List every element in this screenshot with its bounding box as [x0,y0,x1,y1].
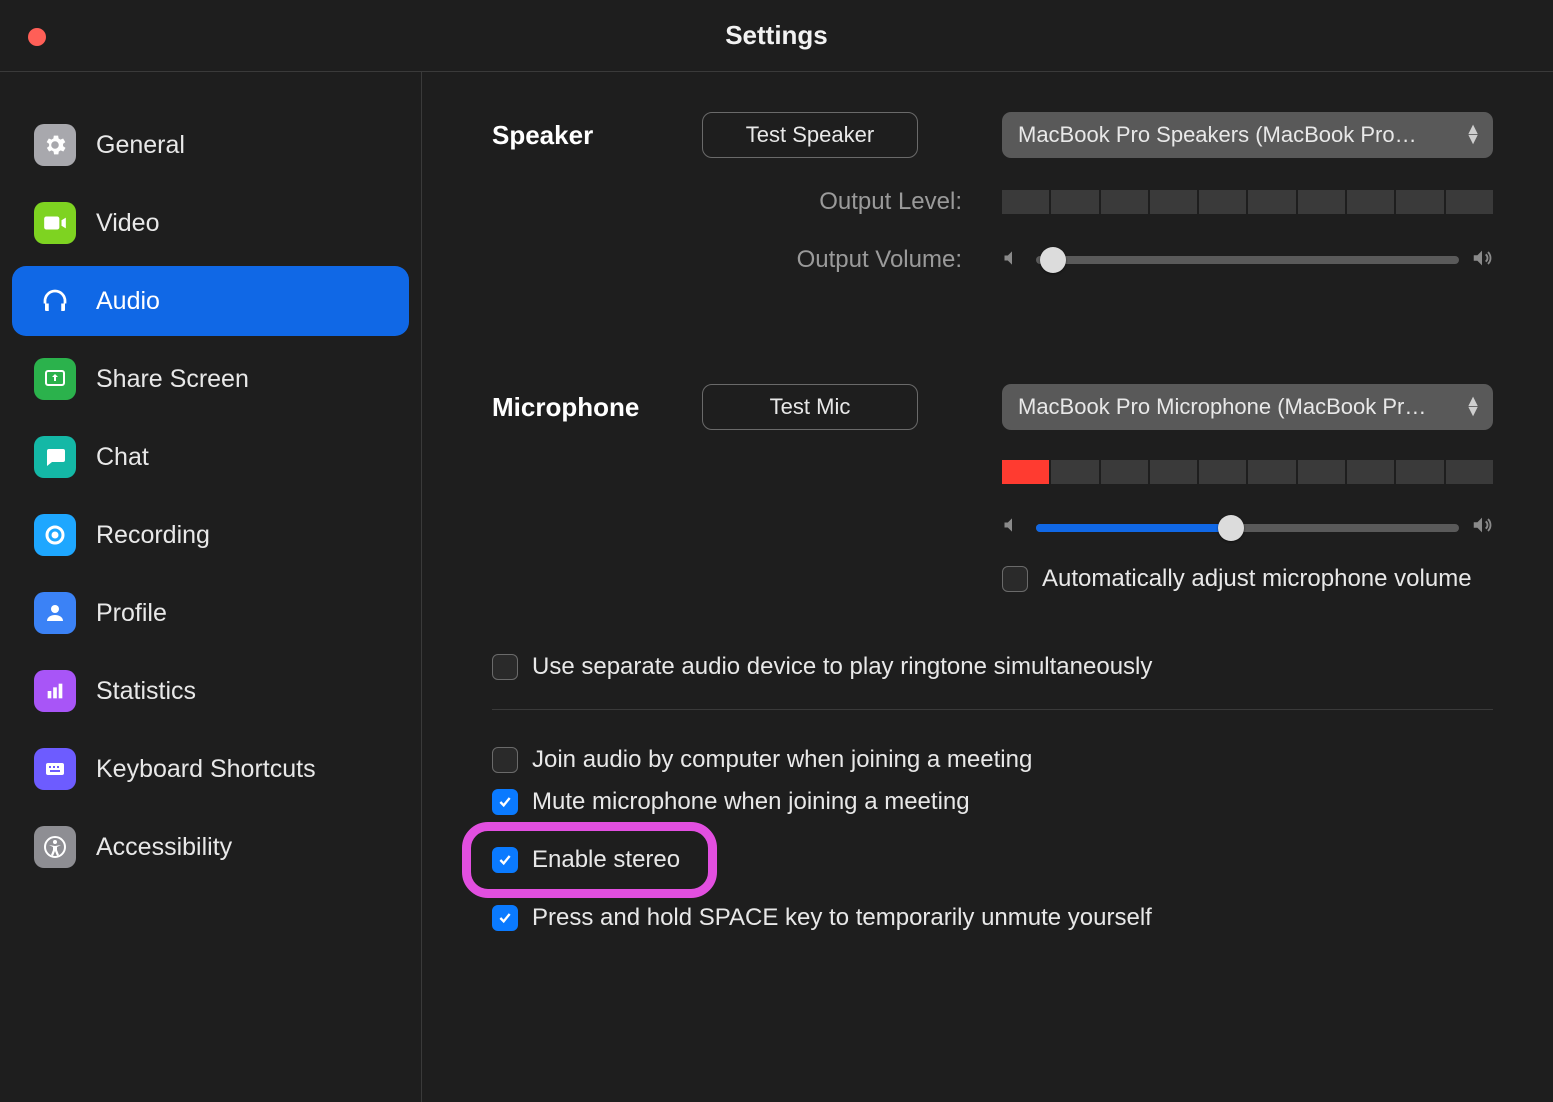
output-volume-slider[interactable] [1036,256,1459,264]
sidebar-item-label: Chat [96,443,149,472]
join-audio-label: Join audio by computer when joining a me… [532,746,1032,774]
sidebar-item-video[interactable]: Video [12,188,409,258]
divider [492,709,1493,710]
statistics-icon [34,670,76,712]
titlebar: Settings [0,0,1553,72]
keyboard-icon [34,748,76,790]
mute-on-join-checkbox[interactable] [492,789,518,815]
ringtone-device-checkbox[interactable] [492,654,518,680]
volume-low-icon [1002,248,1024,273]
microphone-device-select[interactable]: MacBook Pro Microphone (MacBook Pr… ▲▼ [1002,384,1493,430]
sidebar-item-statistics[interactable]: Statistics [12,656,409,726]
close-window-button[interactable] [28,28,46,46]
sidebar-item-label: Statistics [96,677,196,706]
speaker-device-value: MacBook Pro Speakers (MacBook Pro… [1018,122,1417,148]
chevron-updown-icon: ▲▼ [1465,125,1481,145]
sidebar-item-label: Share Screen [96,365,249,394]
sidebar-item-label: Recording [96,521,210,550]
test-mic-button[interactable]: Test Mic [702,384,918,430]
recording-icon [34,514,76,556]
volume-low-icon [1002,515,1024,540]
auto-adjust-label: Automatically adjust microphone volume [1042,565,1472,593]
output-level-meter [1002,190,1493,214]
profile-icon [34,592,76,634]
audio-settings-panel: Speaker Test Speaker MacBook Pro Speaker… [422,72,1553,1102]
mute-on-join-label: Mute microphone when joining a meeting [532,788,970,816]
microphone-device-value: MacBook Pro Microphone (MacBook Pr… [1018,394,1426,420]
gear-icon [34,124,76,166]
enable-stereo-label: Enable stereo [532,846,680,874]
speaker-heading: Speaker [492,120,593,150]
chevron-updown-icon: ▲▼ [1465,397,1481,417]
headphones-icon [34,280,76,322]
sidebar-item-label: Accessibility [96,833,232,862]
output-level-label: Output Level: [492,188,1002,216]
sidebar-item-label: Audio [96,287,160,316]
sidebar-item-label: General [96,131,185,160]
sidebar-item-recording[interactable]: Recording [12,500,409,570]
join-audio-checkbox[interactable] [492,747,518,773]
output-volume-label: Output Volume: [492,246,1002,274]
test-speaker-button[interactable]: Test Speaker [702,112,918,158]
space-unmute-label: Press and hold SPACE key to temporarily … [532,904,1152,932]
sidebar-item-share-screen[interactable]: Share Screen [12,344,409,414]
sidebar-item-keyboard-shortcuts[interactable]: Keyboard Shortcuts [12,734,409,804]
sidebar-item-accessibility[interactable]: Accessibility [12,812,409,882]
accessibility-icon [34,826,76,868]
sidebar-item-audio[interactable]: Audio [12,266,409,336]
input-volume-slider[interactable] [1036,524,1459,532]
ringtone-device-label: Use separate audio device to play ringto… [532,653,1152,681]
sidebar-item-label: Video [96,209,160,238]
space-unmute-checkbox[interactable] [492,905,518,931]
sidebar-item-profile[interactable]: Profile [12,578,409,648]
volume-high-icon [1471,514,1493,541]
window-title: Settings [725,20,828,51]
enable-stereo-checkbox[interactable] [492,847,518,873]
auto-adjust-checkbox[interactable] [1002,566,1028,592]
video-icon [34,202,76,244]
sidebar-item-label: Keyboard Shortcuts [96,755,316,784]
chat-icon [34,436,76,478]
sidebar: General Video Audio Share Screen Chat [0,72,422,1102]
sidebar-item-label: Profile [96,599,167,628]
volume-high-icon [1471,247,1493,274]
microphone-heading: Microphone [492,392,639,422]
speaker-device-select[interactable]: MacBook Pro Speakers (MacBook Pro… ▲▼ [1002,112,1493,158]
sidebar-item-general[interactable]: General [12,110,409,180]
input-level-meter [1002,460,1493,484]
sidebar-item-chat[interactable]: Chat [12,422,409,492]
share-screen-icon [34,358,76,400]
